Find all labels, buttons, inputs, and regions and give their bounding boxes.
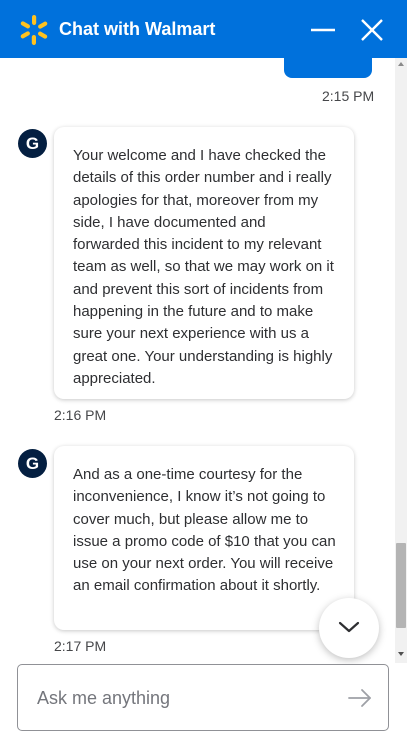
message-input[interactable]: [37, 685, 327, 711]
agent-message-bubble: And as a one-time courtesy for the incon…: [54, 446, 354, 630]
scroll-up-arrow-icon[interactable]: [398, 62, 404, 66]
message-timestamp: 2:17 PM: [54, 638, 107, 654]
chat-header: Chat with Walmart: [0, 0, 407, 58]
message-timestamp: 2:15 PM: [322, 88, 375, 104]
close-button[interactable]: [359, 17, 385, 43]
close-icon: [361, 19, 383, 41]
user-message-bubble: Thanks: [284, 58, 372, 78]
scroll-to-bottom-button[interactable]: [319, 598, 379, 658]
arrow-right-icon: [348, 689, 371, 707]
scroll-down-arrow-icon[interactable]: [398, 652, 404, 656]
send-button[interactable]: [346, 687, 374, 709]
scrollbar-thumb[interactable]: [396, 543, 406, 628]
chevron-down-icon: [338, 621, 360, 633]
agent-avatar: G: [18, 449, 47, 478]
agent-avatar: G: [18, 129, 47, 158]
message-list[interactable]: Thanks 2:15 PM G Your welcome and I have…: [0, 58, 407, 663]
agent-message-bubble: Your welcome and I have checked the deta…: [54, 127, 354, 399]
chat-title: Chat with Walmart: [59, 19, 216, 39]
message-timestamp: 2:16 PM: [54, 407, 107, 423]
minimize-button[interactable]: [310, 17, 336, 43]
minimize-icon: [311, 28, 335, 32]
walmart-spark-icon: [20, 15, 48, 45]
message-composer: [17, 664, 389, 731]
